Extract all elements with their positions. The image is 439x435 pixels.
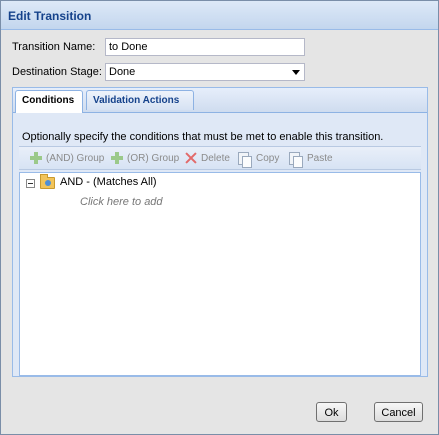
plus-icon bbox=[29, 151, 43, 165]
dialog-titlebar[interactable]: Edit Transition bbox=[1, 1, 438, 30]
transition-name-input[interactable] bbox=[105, 38, 305, 56]
edit-transition-dialog: Edit Transition Transition Name: Destina… bbox=[0, 0, 439, 435]
chevron-down-icon[interactable] bbox=[292, 70, 300, 75]
copy-icon bbox=[238, 151, 252, 168]
conditions-toolbar: (AND) Group (OR) Group Delete Copy Paste bbox=[19, 146, 421, 170]
tab-validation-actions[interactable]: Validation Actions bbox=[86, 90, 194, 110]
destination-stage-label: Destination Stage: bbox=[12, 66, 102, 78]
tree-root-label[interactable]: AND - (Matches All) bbox=[60, 176, 157, 188]
conditions-panel: Optionally specify the conditions that m… bbox=[13, 114, 427, 376]
copy-button[interactable]: Copy bbox=[238, 150, 280, 168]
delete-label: Delete bbox=[201, 152, 230, 164]
tab-conditions[interactable]: Conditions bbox=[15, 90, 83, 113]
or-group-button[interactable]: (OR) Group bbox=[110, 150, 179, 166]
delete-button[interactable]: Delete bbox=[184, 150, 230, 166]
and-group-button[interactable]: (AND) Group bbox=[29, 150, 104, 166]
destination-stage-value: Done bbox=[109, 66, 136, 78]
tab-strip: Conditions Validation Actions bbox=[13, 88, 427, 113]
copy-label: Copy bbox=[256, 152, 280, 164]
delete-x-icon bbox=[184, 151, 198, 165]
destination-stage-select[interactable]: Done bbox=[105, 63, 305, 81]
folder-icon bbox=[40, 174, 55, 189]
tab-panel: Conditions Validation Actions Optionally… bbox=[12, 87, 428, 377]
paste-button[interactable]: Paste bbox=[289, 150, 333, 168]
dialog-title: Edit Transition bbox=[8, 9, 92, 23]
paste-label: Paste bbox=[307, 152, 333, 164]
and-group-label: (AND) Group bbox=[46, 152, 105, 164]
or-group-label: (OR) Group bbox=[127, 152, 180, 164]
click-to-add-link[interactable]: Click here to add bbox=[80, 196, 163, 208]
transition-name-label: Transition Name: bbox=[12, 41, 96, 53]
cancel-button[interactable]: Cancel bbox=[374, 402, 423, 422]
paste-icon bbox=[289, 151, 303, 168]
plus-icon bbox=[110, 151, 124, 165]
ok-button[interactable]: Ok bbox=[316, 402, 347, 422]
conditions-tree[interactable]: AND - (Matches All) Click here to add bbox=[19, 172, 421, 376]
collapse-icon[interactable] bbox=[26, 179, 35, 188]
conditions-description: Optionally specify the conditions that m… bbox=[22, 131, 384, 143]
